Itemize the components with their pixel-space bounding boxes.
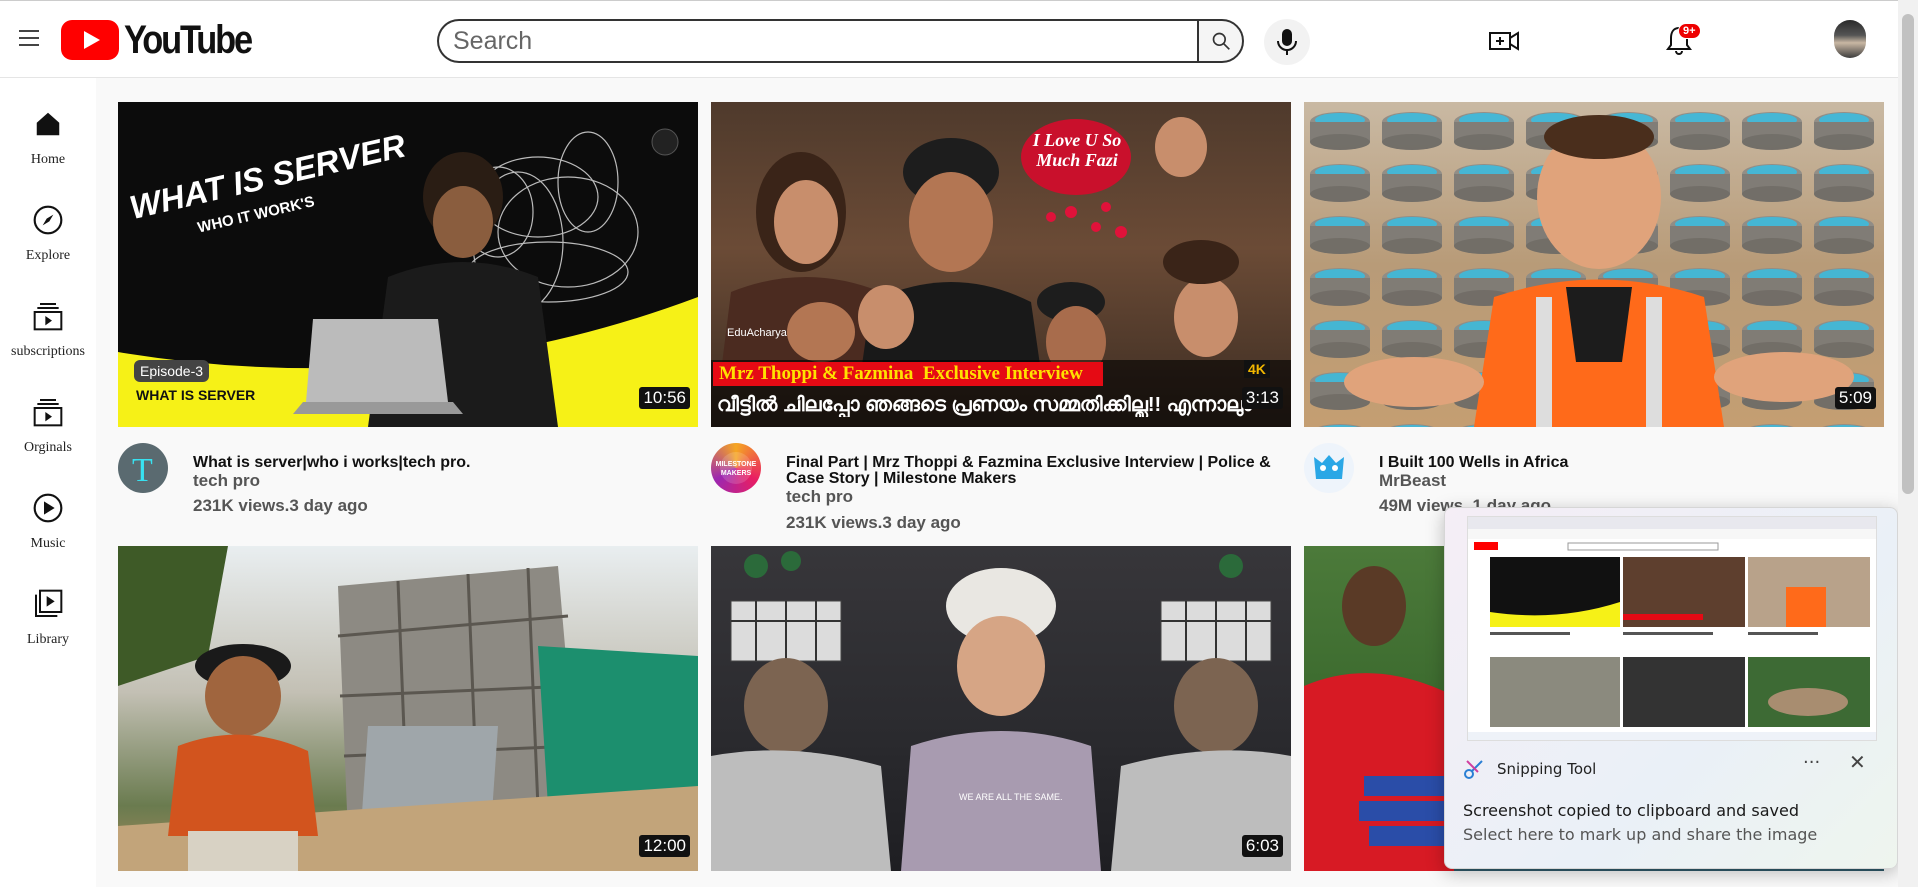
screenshot-preview-image: [1468, 517, 1876, 740]
video-thumbnail[interactable]: I Love U So Much Fazi Mrz Thoppi & Fazmi…: [711, 102, 1291, 427]
sidebar-item-originals[interactable]: Orginals: [0, 374, 96, 460]
toast-message: Screenshot copied to clipboard and saved: [1463, 801, 1799, 820]
music-icon: [33, 493, 63, 523]
toast-app-name: Snipping Tool: [1497, 760, 1597, 778]
search-input[interactable]: [437, 19, 1197, 63]
top-bar: YouTube 9+: [0, 0, 1898, 78]
mrbeast-logo-icon: [1314, 455, 1344, 479]
video-duration: 12:00: [639, 835, 690, 857]
video-camera-plus-icon: [1489, 31, 1519, 51]
svg-text:T: T: [132, 452, 153, 489]
channel-name[interactable]: tech pro: [193, 471, 260, 491]
sidebar-item-label: Home: [30, 152, 66, 167]
episode-badge: Episode-3: [134, 360, 210, 382]
video-card[interactable]: WE ARE ALL THE SAME. 6:03: [711, 546, 1291, 871]
scrollbar-thumb[interactable]: [1902, 14, 1914, 494]
malayalam-caption: വീട്ടിൽ ചിലപ്പോ ഞങ്ങടെ പ്രണയം സമ്മതിക്കി…: [717, 394, 1252, 416]
thumbnail-brand: EduAcharya: [727, 327, 787, 339]
toast-subtext: Select here to mark up and share the ima…: [1463, 825, 1818, 844]
sidebar-item-label: Music: [30, 536, 66, 551]
compass-icon: [33, 205, 63, 235]
sidebar-item-label: Orginals: [24, 440, 72, 455]
notifications-button[interactable]: 9+: [1660, 21, 1701, 59]
video-title[interactable]: Final Part | Mrz Thoppi & Fazmina Exclus…: [786, 455, 1306, 471]
close-icon[interactable]: ✕: [1849, 750, 1866, 774]
video-card[interactable]: 5:09 I Built 100 Wells in Africa MrBeast…: [1304, 102, 1884, 532]
video-card[interactable]: WHAT IS SERVER WHO IT WORK'S Episode-3 W…: [118, 102, 698, 532]
video-duration: 3:13: [1241, 387, 1283, 409]
video-card[interactable]: I Love U So Much Fazi Mrz Thoppi & Fazmi…: [711, 102, 1291, 532]
channel-avatar[interactable]: [1304, 443, 1354, 493]
video-duration: 6:03: [1241, 835, 1283, 857]
video-thumbnail[interactable]: WE ARE ALL THE SAME. 6:03: [711, 546, 1291, 871]
sidebar-item-label: Library: [27, 632, 69, 647]
originals-icon: [33, 399, 63, 427]
notification-badge: 9+: [1678, 23, 1701, 39]
logo-text: YouTube: [124, 17, 253, 62]
tech-pro-logo-icon: T: [132, 452, 153, 489]
thumbnail-speech-bubble: I Love U So Much Fazi: [1032, 130, 1122, 170]
sidebar-item-label: subscriptions: [11, 344, 85, 359]
library-icon: [35, 589, 63, 617]
video-metadata: 231K views.3 day ago: [193, 496, 368, 515]
video-thumbnail[interactable]: WHAT IS SERVER WHO IT WORK'S Episode-3 W…: [118, 102, 698, 427]
more-options-button[interactable]: ···: [1803, 752, 1820, 773]
video-metadata: 231K views.3 day ago: [786, 513, 961, 532]
search-bar: [437, 19, 1244, 63]
milestone-makers-logo-icon: MILESTONE MAKERS: [716, 452, 757, 484]
video-title[interactable]: I Built 100 Wells in Africa: [1379, 455, 1879, 471]
thumbnail-caption: WHAT IS SERVER: [136, 387, 256, 403]
thumbnail-art: [118, 546, 698, 871]
video-card[interactable]: 12:00: [118, 546, 698, 871]
microphone-icon: [1277, 29, 1297, 55]
video-duration: 5:09: [1834, 387, 1876, 409]
sidebar-item-label: Explore: [25, 248, 71, 263]
sidebar-item-subscriptions[interactable]: subscriptions: [0, 278, 96, 364]
hamburger-menu-icon[interactable]: [14, 25, 44, 55]
search-button[interactable]: [1197, 19, 1244, 63]
quality-badge: 4K: [1244, 360, 1270, 378]
sidebar-item-explore[interactable]: Explore: [0, 182, 96, 268]
channel-avatar[interactable]: T: [118, 443, 168, 493]
snipping-tool-notification[interactable]: Snipping Tool ··· ✕ Screenshot copied to…: [1444, 507, 1898, 869]
channel-name[interactable]: tech pro: [786, 487, 853, 507]
create-video-button[interactable]: [1486, 23, 1522, 59]
youtube-logo[interactable]: YouTube: [61, 17, 272, 62]
sidebar: Home Explore subscriptions Orginals Musi…: [0, 78, 96, 887]
snipping-tool-icon: [1464, 760, 1483, 779]
svg-text:MILESTONE: MILESTONE: [716, 461, 757, 468]
page-scrollbar[interactable]: [1898, 0, 1918, 887]
video-duration: 10:56: [639, 387, 690, 409]
thumbnail-art: [711, 551, 1291, 871]
interview-banner: Mrz Thoppi & Fazmina Exclusive Interview: [713, 362, 1103, 386]
video-title[interactable]: What is server|who i works|tech pro.: [193, 455, 693, 471]
screenshot-preview[interactable]: [1467, 516, 1877, 741]
video-thumbnail[interactable]: 5:09: [1304, 102, 1884, 427]
sidebar-item-music[interactable]: Music: [0, 470, 96, 556]
channel-name[interactable]: MrBeast: [1379, 471, 1446, 491]
subscriptions-icon: [33, 303, 63, 331]
video-title-line-2[interactable]: Case Story | Milestone Makers: [786, 471, 1306, 487]
sidebar-item-home[interactable]: Home: [0, 86, 96, 172]
channel-avatar[interactable]: MILESTONE MAKERS: [711, 443, 761, 493]
search-icon: [1212, 32, 1230, 50]
home-icon: [36, 112, 60, 136]
voice-search-button[interactable]: [1264, 19, 1310, 65]
sidebar-item-library[interactable]: Library: [0, 566, 96, 652]
youtube-play-icon: [61, 20, 119, 60]
svg-text:MAKERS: MAKERS: [721, 470, 752, 477]
thumbnail-art: [1304, 102, 1884, 427]
shirt-text: WE ARE ALL THE SAME.: [959, 792, 1063, 802]
video-thumbnail[interactable]: 12:00: [118, 546, 698, 871]
account-avatar[interactable]: [1834, 20, 1866, 58]
